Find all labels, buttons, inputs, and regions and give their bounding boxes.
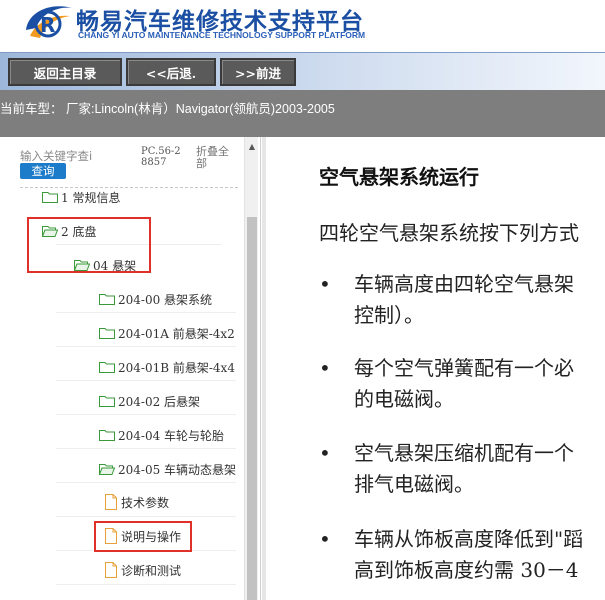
row-divider xyxy=(56,414,236,415)
collapse-all-link[interactable]: 折叠全部 xyxy=(196,146,238,170)
folder-open-icon xyxy=(42,225,58,237)
toolbar: 返回主目录 <<后退. >>前进 xyxy=(0,52,605,90)
tree-item-label: 204-04 车轮与轮胎 xyxy=(118,428,225,443)
row-divider xyxy=(56,312,236,313)
tree-item-204-01a[interactable]: 204-01A 前悬架-4x2 xyxy=(99,321,235,345)
tree-item-204-01b[interactable]: 204-01B 前悬架-4x4 xyxy=(99,355,235,379)
row-divider xyxy=(56,584,236,585)
folder-icon xyxy=(99,429,115,441)
folder-icon xyxy=(99,395,115,407)
tree-item-204-05[interactable]: 204-05 车辆动态悬架 xyxy=(99,457,236,481)
tree-item-label: 204-01A 前悬架-4x2 xyxy=(118,326,235,341)
document-icon xyxy=(104,494,118,510)
article-intro: 四轮空气悬架系统按下列方式 xyxy=(319,221,579,245)
tree-item-label: 技术参数 xyxy=(121,495,170,510)
tree-item-label: 2 底盘 xyxy=(61,224,97,239)
brand-subtitle: CHANG YI AUTO MAINTENANCE TECHNOLOGY SUP… xyxy=(78,30,366,40)
folder-open-icon xyxy=(99,463,115,475)
forward-button[interactable]: >>前进 xyxy=(220,58,296,86)
tree-item-specifications[interactable]: 技术参数 xyxy=(104,490,169,514)
tree-item-label: 1 常规信息 xyxy=(61,190,121,205)
bullet-icon: • xyxy=(319,441,331,465)
tree-item-204-04[interactable]: 204-04 车轮与轮胎 xyxy=(99,423,224,447)
tree-item-label: 204-02 后悬架 xyxy=(118,394,201,409)
home-button[interactable]: 返回主目录 xyxy=(8,58,122,86)
tree-item-chassis[interactable]: 2 底盘 xyxy=(42,219,96,243)
folder-icon xyxy=(99,293,115,305)
tree-item-general-info[interactable]: 1 常规信息 xyxy=(42,185,120,209)
bullet-line: 每个空气弹簧配有一个必 xyxy=(354,356,574,380)
brand-logo-icon: R xyxy=(20,0,76,44)
app-header: R 畅易汽车维修技术支持平台 CHANG YI AUTO MAINTENANCE… xyxy=(0,0,605,52)
tree-item-label: 诊断和测试 xyxy=(121,563,182,578)
bullet-line: 车辆从饰板高度降低到"蹈 xyxy=(354,527,584,551)
bullet-line: 的电磁阀。 xyxy=(354,387,454,411)
back-button[interactable]: <<后退. xyxy=(126,58,216,86)
bullet-line: 控制）。 xyxy=(354,303,424,327)
folder-icon xyxy=(99,327,115,339)
tree-item-204-00[interactable]: 204-00 悬架系统 xyxy=(99,287,212,311)
bullet-icon: • xyxy=(319,272,331,296)
bullet-icon: • xyxy=(319,527,331,551)
scroll-thumb[interactable] xyxy=(247,217,257,600)
document-icon xyxy=(104,528,118,544)
row-divider xyxy=(56,482,236,483)
folder-icon xyxy=(99,361,115,373)
row-divider xyxy=(56,550,236,551)
scroll-up-arrow-icon[interactable]: ▲ xyxy=(245,139,259,153)
row-divider xyxy=(56,346,236,347)
svg-text:R: R xyxy=(40,13,55,37)
tree-item-description-operation[interactable]: 说明与操作 xyxy=(104,524,181,548)
tree-item-suspension[interactable]: 04 悬架 xyxy=(74,253,136,277)
current-vehicle-text: 当前车型： 厂家:Lincoln(林肯）Navigator(领航员)2003-2… xyxy=(0,102,335,116)
row-divider xyxy=(56,448,236,449)
tree-item-diagnosis-testing[interactable]: 诊断和测试 xyxy=(104,558,181,582)
article-pane: 空气悬架系统运行 四轮空气悬架系统按下列方式 • 车辆高度由四轮空气悬架 控制）… xyxy=(262,137,605,600)
tree-item-label: 说明与操作 xyxy=(121,529,182,544)
row-divider xyxy=(56,380,236,381)
tree-item-label: 204-00 悬架系统 xyxy=(118,292,213,307)
bullet-line: 车辆高度由四轮空气悬架 xyxy=(354,272,574,296)
document-icon xyxy=(104,562,118,578)
search-button[interactable]: 查询 xyxy=(20,163,66,179)
bullet-icon: • xyxy=(319,356,331,380)
bullet-line: 排气电磁阀。 xyxy=(354,472,474,496)
tree-item-label: 204-01B 前悬架-4x4 xyxy=(118,360,235,375)
tree-item-204-02[interactable]: 204-02 后悬架 xyxy=(99,389,200,413)
folder-icon xyxy=(42,191,58,203)
row-divider xyxy=(56,516,236,517)
article-title: 空气悬架系统运行 xyxy=(319,165,479,189)
bullet-line: 空气悬架压缩机配有一个 xyxy=(354,441,574,465)
folder-open-icon xyxy=(74,259,90,271)
pc-code-label: PC.56-28857 xyxy=(141,146,181,168)
bullet-line: 高到饰板高度约需 30－4 xyxy=(354,558,579,582)
sidebar-scrollbar[interactable]: ▲ xyxy=(244,137,258,600)
sidebar: 查询 PC.56-28857 折叠全部 1 常规信息 2 底盘 04 悬架 20… xyxy=(0,137,261,600)
tree-item-label: 04 悬架 xyxy=(93,258,137,273)
row-divider xyxy=(56,244,222,245)
current-vehicle-bar: 当前车型： 厂家:Lincoln(林肯）Navigator(领航员)2003-2… xyxy=(0,90,605,137)
tree-item-label: 204-05 车辆动态悬架 xyxy=(118,462,237,477)
